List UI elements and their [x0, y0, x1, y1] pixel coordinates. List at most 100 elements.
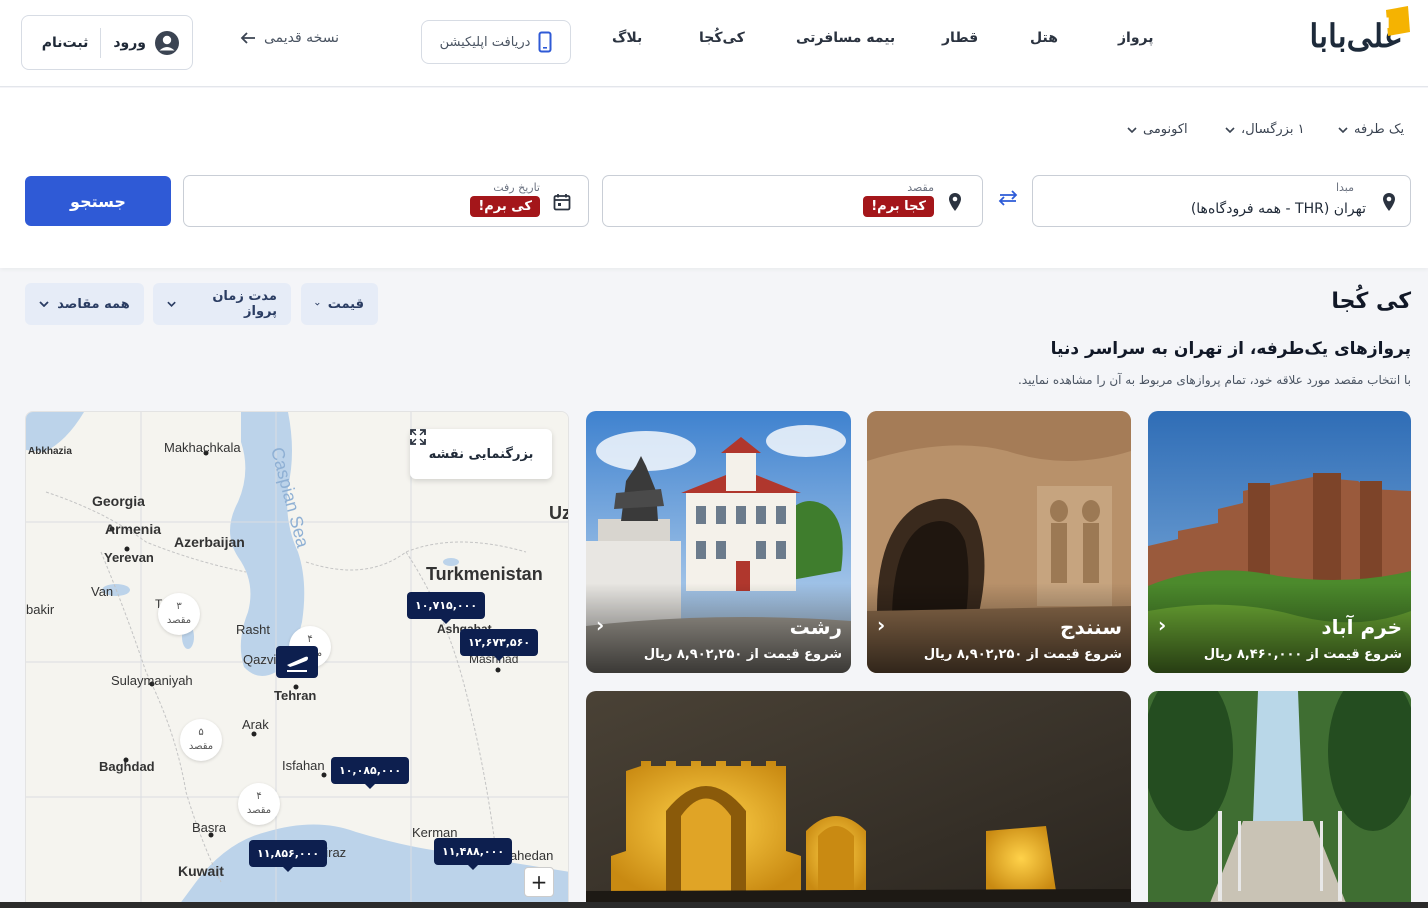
flight-search-panel: یک طرفه ۱ بزرگسال، اکونومی مبدا تهران (T… — [0, 88, 1428, 268]
auth-box: ورود ثبت‌نام — [21, 15, 193, 70]
nav-kikoja[interactable]: کی‌کُجا — [699, 30, 745, 46]
chevron-down-icon — [39, 301, 49, 307]
swap-locations-icon[interactable] — [995, 190, 1021, 212]
chevron-left-icon: ‹ — [596, 613, 605, 637]
enlarge-map-label: بزرگنمایی نقشه — [428, 446, 534, 462]
calendar-icon — [553, 194, 571, 211]
filter-duration-label: مدت زمان پرواز — [212, 289, 277, 319]
chevron-left-icon: ‹ — [877, 613, 886, 637]
expand-icon — [410, 429, 426, 445]
map-label-abkhazia: Abkhazia — [28, 446, 72, 457]
enlarge-map-button[interactable]: بزرگنمایی نقشه — [410, 429, 552, 479]
top-header: علی‌بابا PM پرواز هتل قطار بیمه مسافرتی … — [0, 0, 1428, 87]
nav-hotel[interactable]: هتل — [1030, 30, 1058, 46]
chevron-down-icon — [315, 302, 320, 306]
cabin-class-dropdown[interactable]: اکونومی — [1127, 122, 1188, 137]
card-start-price: شروع قیمت از ۸,۹۰۲,۲۵۰ ریال — [923, 647, 1122, 662]
nav-travel-insurance[interactable]: بیمه مسافرتی — [796, 30, 895, 46]
map-price-pin-4[interactable]: ۱۱,۸۵۶,۰۰۰ — [249, 840, 328, 872]
old-version-link[interactable]: نسخه قدیمی — [240, 30, 339, 46]
destination-field[interactable]: مقصد کجا برم! — [602, 175, 983, 227]
map-price-pin-5[interactable]: ۱۱,۴۸۸,۰۰۰ — [434, 838, 513, 870]
map-label-kuwait: Kuwait — [178, 863, 224, 879]
map-label-georgia: Georgia — [92, 493, 145, 509]
map-label-rasht: Rasht — [236, 622, 270, 637]
chevron-down-icon — [1338, 126, 1348, 133]
airplane-takeoff-icon — [287, 656, 308, 672]
map-label-azerbaijan: Azerbaijan — [174, 534, 245, 550]
get-app-button[interactable]: دریافت اپلیکیشن — [421, 20, 571, 64]
cluster-label: مقصد — [188, 741, 214, 752]
map-cluster-4[interactable]: ۴ مقصد — [238, 783, 280, 825]
destination-card-khorramabad[interactable]: خرم آباد شروع قیمت از ۸,۴۶۰,۰۰۰ ریال ‹ — [1148, 411, 1411, 673]
trip-type-label: یک طرفه — [1354, 122, 1405, 137]
filter-price[interactable]: قیمت — [301, 283, 378, 325]
when-to-go-tag: کی برم! — [470, 196, 540, 217]
passengers-dropdown[interactable]: ۱ بزرگسال، — [1225, 122, 1305, 137]
location-pin-icon — [1383, 193, 1395, 211]
map-label-qazvin: Qazvi — [243, 652, 277, 667]
nav-train[interactable]: قطار — [942, 30, 978, 46]
destination-card-garden[interactable] — [1148, 691, 1411, 908]
cluster-label: مقصد — [166, 615, 192, 626]
cluster-label: مقصد — [246, 805, 272, 816]
trip-type-dropdown[interactable]: یک طرفه — [1338, 122, 1404, 137]
nav-flight[interactable]: پرواز — [1118, 30, 1154, 46]
map-cluster-1[interactable]: ۳ مقصد — [158, 593, 200, 635]
section-title: کی کُجا — [1331, 289, 1411, 314]
nav-blog[interactable]: بلاگ — [612, 30, 642, 46]
user-avatar-icon — [155, 30, 179, 55]
signup-button[interactable]: ثبت‌نام — [30, 35, 101, 51]
destination-card-sanandaj[interactable]: سنندج شروع قیمت از ۸,۹۰۲,۲۵۰ ریال ‹ — [867, 411, 1131, 673]
map-label-yerevan: Yerevan — [104, 550, 154, 565]
svg-text:PM: PM — [1380, 16, 1390, 32]
where-to-go-tag: کجا برم! — [863, 196, 934, 217]
map-cluster-3[interactable]: ۵ مقصد — [180, 719, 222, 761]
destinations-map[interactable]: Abkhazia Makhachkala Caspian Sea Georgia… — [25, 411, 569, 908]
chevron-down-icon — [167, 301, 176, 307]
arrow-left-icon — [240, 32, 255, 44]
map-price-pin-2[interactable]: ۱۲,۶۷۳,۵۶۰ — [460, 629, 539, 661]
departure-date-field[interactable]: تاریخ رفت کی برم! — [183, 175, 589, 227]
filter-all-destinations[interactable]: همه مقاصد — [25, 283, 144, 325]
filter-destinations-label: همه مقاصد — [57, 296, 130, 312]
card-city-name: سنندج — [1060, 615, 1122, 639]
departure-date-label: تاریخ رفت — [493, 181, 540, 194]
map-label-diyarbakir: bakir — [26, 602, 55, 617]
promo-badge-icon: PM — [1380, 6, 1410, 36]
login-button[interactable]: ورود — [100, 27, 192, 58]
passengers-label: ۱ بزرگسال، — [1241, 122, 1305, 137]
filter-flight-duration[interactable]: مدت زمان پرواز — [153, 283, 291, 325]
section-subtitle: پروازهای یک‌طرفه، از تهران به سراسر دنیا — [1050, 339, 1411, 359]
cluster-count: ۴ — [307, 634, 313, 645]
destination-label: مقصد — [907, 181, 934, 194]
zoom-in-button[interactable]: + — [524, 867, 554, 897]
card-city-name: خرم آباد — [1321, 615, 1402, 639]
taq-bostan-photo — [586, 691, 1131, 908]
map-label-baghdad: Baghdad — [99, 759, 155, 774]
map-label-tehran: Tehran — [274, 688, 317, 703]
map-label-sulaymaniyah: Sulaymaniyah — [111, 673, 193, 688]
origin-field[interactable]: مبدا تهران (THR - همه فرودگاه‌ها) — [1032, 175, 1411, 227]
site-logo[interactable]: علی‌بابا — [1228, 14, 1403, 58]
map-price-pin-3[interactable]: ۱۰,۰۸۵,۰۰۰ — [331, 757, 410, 789]
login-label: ورود — [113, 34, 146, 51]
old-version-label: نسخه قدیمی — [264, 30, 340, 46]
mobile-icon — [538, 31, 552, 53]
origin-plane-marker[interactable] — [276, 646, 318, 678]
card-start-price: شروع قیمت از ۸,۴۶۰,۰۰۰ ریال — [1203, 647, 1402, 662]
origin-label: مبدا — [1335, 181, 1354, 194]
map-label-basra: Basra — [192, 820, 226, 835]
search-button[interactable]: جستجو — [25, 176, 171, 226]
map-label-isfahan: Isfahan — [282, 758, 325, 773]
destination-card-taq-bostan[interactable] — [586, 691, 1131, 908]
chevron-down-icon — [1225, 126, 1235, 133]
location-pin-icon — [949, 193, 961, 211]
map-label-arak: Arak — [242, 717, 269, 732]
origin-value: تهران (THR - همه فرودگاه‌ها) — [1190, 201, 1366, 217]
destination-card-rasht[interactable]: رشت شروع قیمت از ۸,۹۰۲,۲۵۰ ریال ‹ — [586, 411, 851, 673]
map-label-makhachkala: Makhachkala — [164, 440, 241, 455]
bottom-bar — [0, 902, 1428, 908]
map-price-pin-1[interactable]: ۱۰,۷۱۵,۰۰۰ — [407, 592, 486, 624]
card-city-name: رشت — [789, 615, 842, 639]
